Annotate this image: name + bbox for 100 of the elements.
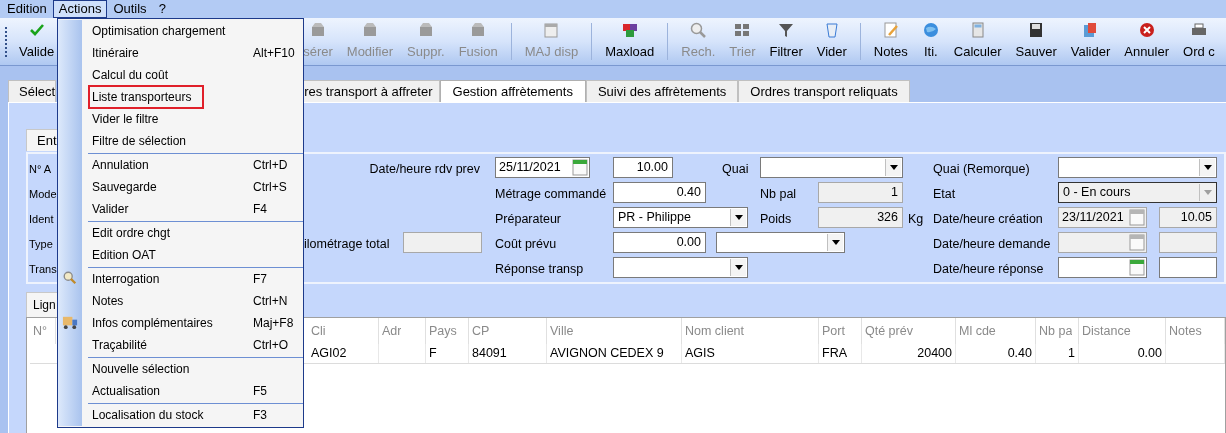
shortcut-label: Ctrl+O <box>253 337 288 354</box>
column-header[interactable]: Nom client <box>685 321 745 341</box>
menu-item[interactable]: Valider F4 <box>82 198 303 220</box>
column-header[interactable]: Cli <box>311 321 326 341</box>
caret-icon <box>734 265 743 270</box>
truck-icon <box>62 314 79 331</box>
input-field[interactable]: 0.40 <box>613 182 706 203</box>
menu-title[interactable]: Outils <box>107 0 153 18</box>
tab[interactable]: Suivi des affrètements <box>585 80 739 102</box>
tab[interactable]: res transport à affreter <box>303 80 440 102</box>
menu-item[interactable]: Localisation du stock F3 <box>82 404 303 426</box>
section-tab[interactable]: Ent <box>26 129 60 152</box>
menu-item[interactable]: Nouvelle sélection <box>82 358 303 380</box>
table-cell-text: F <box>429 345 437 363</box>
toolbar-button[interactable]: Valider <box>1063 18 1118 65</box>
field-label: Coût prévu <box>495 236 557 251</box>
date-field[interactable]: 25/11/2021 <box>495 157 590 178</box>
menu-item[interactable]: Annulation Ctrl+D <box>82 154 303 176</box>
table-cell-text: AGIS <box>685 345 715 363</box>
column-header[interactable]: Adr <box>382 321 402 341</box>
dropdown[interactable] <box>760 157 903 178</box>
column-header[interactable]: Qté prév <box>865 321 913 341</box>
caret-icon <box>889 165 898 170</box>
table-cell-text: 0.00 <box>1137 345 1162 363</box>
tab[interactable]: Gestion affrètements <box>439 80 586 102</box>
shortcut-label: F4 <box>253 201 267 218</box>
calendar-icon[interactable] <box>572 159 588 176</box>
toolbar-button[interactable]: Notes <box>866 18 915 65</box>
column-header[interactable]: Notes <box>1169 321 1202 341</box>
input-field[interactable]: 10.00 <box>613 157 673 178</box>
menu-item[interactable]: Notes Ctrl+N <box>82 290 303 312</box>
field-label: Date/heure réponse <box>933 261 1044 276</box>
dropdown[interactable] <box>716 232 845 253</box>
column-header[interactable]: CP <box>472 321 490 341</box>
field-label: Réponse transp <box>495 261 584 276</box>
date-field[interactable] <box>1058 257 1147 278</box>
table-cell-text: 20400 <box>917 345 952 363</box>
table-cell-text: 1 <box>1068 345 1075 363</box>
menu-item[interactable]: Infos complémentaires Maj+F8 <box>82 312 303 334</box>
column-header[interactable]: Ville <box>550 321 574 341</box>
dropdown[interactable] <box>613 257 748 278</box>
calendar-icon[interactable] <box>1129 259 1145 276</box>
table-cell-text: FRA <box>822 345 847 363</box>
column-header[interactable]: Ml cde <box>959 321 996 341</box>
toolbar-button[interactable]: Maxload <box>598 18 662 65</box>
menu-title[interactable]: Edition <box>1 0 53 18</box>
field-label: Poids <box>760 211 792 226</box>
field-label: Kg <box>908 211 924 226</box>
field-label: Nb pal <box>760 186 797 201</box>
toolbar-button[interactable]: Filtrer <box>762 18 810 65</box>
cubes-icon <box>620 21 639 40</box>
menu-item[interactable]: Calcul du coût <box>82 64 303 86</box>
input-field[interactable] <box>1159 257 1217 278</box>
field-label: Mode <box>29 187 57 200</box>
column-header[interactable]: Nb pa <box>1039 321 1073 341</box>
input-field[interactable]: 0.00 <box>613 232 706 253</box>
dropdown[interactable]: PR - Philippe <box>613 207 748 228</box>
column-header[interactable]: Port <box>822 321 845 341</box>
menu-item[interactable]: Edition OAT <box>82 244 303 266</box>
toolbar-button[interactable]: Sauver <box>1008 18 1064 65</box>
column-header[interactable]: Distance <box>1082 321 1131 341</box>
close-icon <box>1137 21 1156 40</box>
menu-title[interactable]: Actions <box>52 0 108 18</box>
table-cell-text: AVIGNON CEDEX 9 <box>550 345 664 363</box>
menu-item[interactable]: Edit ordre chgt <box>82 222 303 244</box>
shortcut-label: Maj+F8 <box>253 315 294 332</box>
field-label: Métrage commandé <box>495 186 607 201</box>
field-label: Date/heure demande <box>933 236 1051 251</box>
field-label: Quai <box>722 161 749 176</box>
menu-item[interactable]: Sauvegarde Ctrl+S <box>82 176 303 198</box>
funnel-icon <box>777 21 796 40</box>
menu-title[interactable]: ? <box>152 0 172 18</box>
menu-item[interactable]: Vider le filtre <box>82 108 303 130</box>
search-icon <box>62 270 78 286</box>
field-label: Ident <box>29 212 54 225</box>
menu-item[interactable]: Traçabilité Ctrl+O <box>82 334 303 356</box>
menu-item[interactable]: Filtre de sélection <box>82 130 303 152</box>
globe-icon <box>921 21 940 40</box>
toolbar-button[interactable]: Calculer <box>946 18 1009 65</box>
dropdown[interactable] <box>1058 157 1217 178</box>
note-icon <box>881 21 900 40</box>
calendar-icon <box>542 21 561 40</box>
shortcut-label: Ctrl+N <box>253 293 288 310</box>
field-label: Etat <box>933 186 956 201</box>
menu-item[interactable]: Actualisation F5 <box>82 380 303 402</box>
caret-icon <box>734 215 743 220</box>
tab[interactable]: Sélect <box>8 80 57 102</box>
toolbar-button[interactable]: Annuler <box>1117 18 1177 65</box>
menu-item[interactable]: Interrogation F7 <box>82 268 303 290</box>
tab[interactable]: Ordres transport reliquats <box>738 80 910 102</box>
caret-icon <box>1203 190 1212 195</box>
toolbar-button[interactable]: Vider <box>809 18 854 65</box>
field-label: Type <box>29 237 53 250</box>
column-header[interactable]: Pays <box>429 321 457 341</box>
field-label: Préparateur <box>495 211 561 226</box>
toolbar-button[interactable]: Ord c <box>1176 18 1222 65</box>
section-tab[interactable]: Lign <box>26 292 58 317</box>
column-header[interactable]: N° <box>33 321 48 341</box>
toolbar-button[interactable]: Iti. <box>914 18 947 65</box>
toolbar-button[interactable]: Valide <box>12 18 62 65</box>
